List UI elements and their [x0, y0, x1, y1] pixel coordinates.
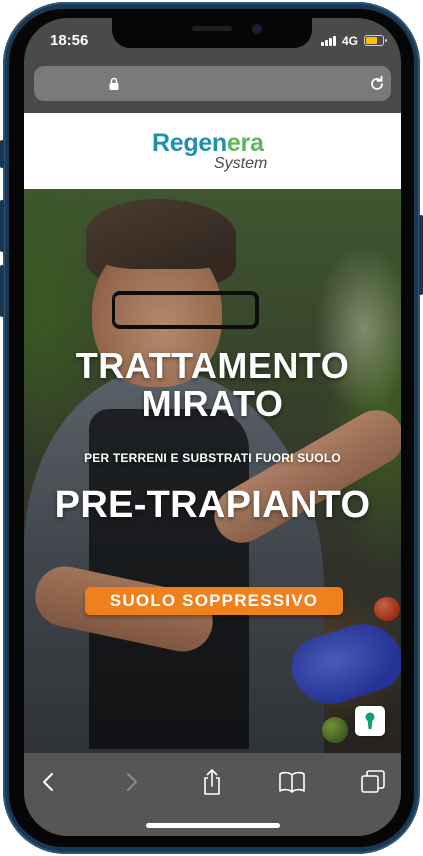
- phone-screen: 18:56 4G Regenera System TRATTAMENTO MIR…: [24, 18, 401, 836]
- hero-banner: TRATTAMENTO MIRATO PER TERRENI E SUBSTRA…: [24, 189, 401, 753]
- speaker: [192, 26, 232, 31]
- lock-icon: [109, 77, 119, 90]
- forward-icon[interactable]: [116, 767, 146, 797]
- tabs-icon[interactable]: [358, 767, 388, 797]
- bookmarks-icon[interactable]: [277, 767, 307, 797]
- address-bar[interactable]: [34, 66, 391, 101]
- front-camera: [252, 24, 262, 34]
- phone-side-button: [0, 140, 4, 168]
- keyhole-button[interactable]: [355, 706, 385, 736]
- logo-subtitle: System: [214, 155, 268, 172]
- logo-text-blue: Regen: [152, 129, 227, 157]
- back-icon[interactable]: [34, 767, 64, 797]
- reload-icon[interactable]: [368, 75, 386, 93]
- site-header: Regenera System: [24, 113, 401, 189]
- phone-side-button: [0, 265, 4, 317]
- suolo-soppressivo-button[interactable]: SUOLO SOPPRESSIVO: [85, 587, 343, 615]
- phone-side-button: [0, 200, 4, 252]
- phone-power-button: [419, 215, 423, 295]
- notch: [112, 18, 312, 48]
- hero-subtitle: PER TERRENI E SUBSTRATI FUORI SUOLO: [84, 451, 341, 465]
- battery-icon: [364, 35, 387, 46]
- network-type: 4G: [342, 34, 359, 48]
- site-logo[interactable]: Regenera: [152, 129, 264, 158]
- hero-headline: PRE-TRAPIANTO: [54, 484, 371, 526]
- status-time: 18:56: [50, 32, 89, 49]
- keyhole-icon: [365, 712, 375, 729]
- share-icon[interactable]: [197, 767, 227, 797]
- browser-toolbar: [24, 753, 401, 836]
- home-indicator[interactable]: [146, 823, 280, 828]
- logo-text-green: era: [226, 129, 264, 157]
- status-bar: 18:56 4G: [24, 18, 401, 64]
- hero-overlay: [24, 189, 401, 753]
- web-page: Regenera System TRATTAMENTO MIRATO PER T…: [24, 113, 401, 753]
- hero-title: TRATTAMENTO MIRATO: [75, 345, 350, 424]
